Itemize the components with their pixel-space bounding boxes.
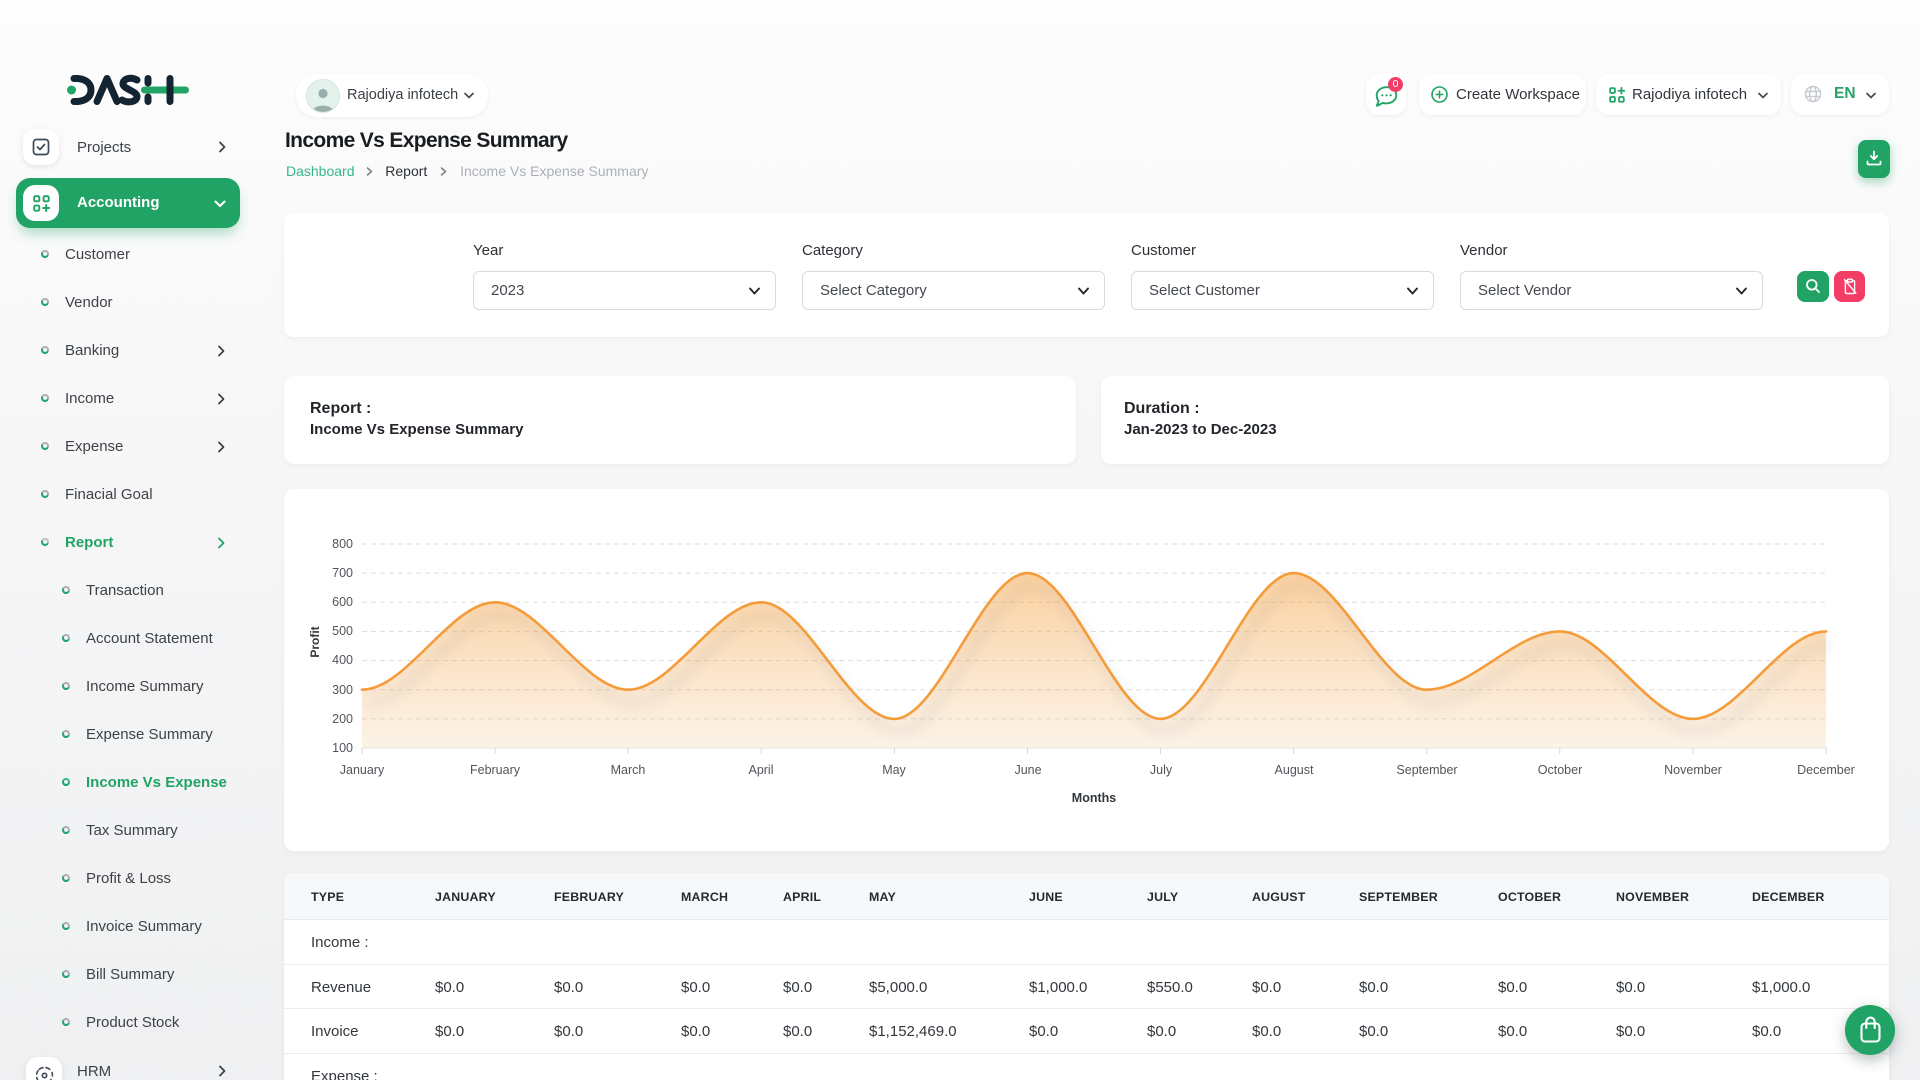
svg-text:April: April [748, 763, 773, 777]
svg-text:March: March [611, 763, 646, 777]
svg-text:400: 400 [332, 653, 353, 667]
svg-text:300: 300 [332, 683, 353, 697]
svg-text:February: February [470, 763, 521, 777]
svg-text:August: August [1275, 763, 1314, 777]
svg-text:May: May [882, 763, 906, 777]
svg-text:Months: Months [1072, 791, 1116, 805]
svg-text:December: December [1797, 763, 1855, 777]
svg-text:600: 600 [332, 595, 353, 609]
svg-text:January: January [340, 763, 385, 777]
svg-text:October: October [1538, 763, 1582, 777]
svg-text:500: 500 [332, 624, 353, 638]
svg-text:200: 200 [332, 712, 353, 726]
svg-text:June: June [1014, 763, 1041, 777]
svg-text:Profit: Profit [308, 626, 322, 657]
svg-text:800: 800 [332, 537, 353, 551]
svg-text:September: September [1396, 763, 1457, 777]
svg-text:November: November [1664, 763, 1722, 777]
svg-text:700: 700 [332, 566, 353, 580]
svg-text:July: July [1150, 763, 1173, 777]
svg-text:100: 100 [332, 741, 353, 755]
